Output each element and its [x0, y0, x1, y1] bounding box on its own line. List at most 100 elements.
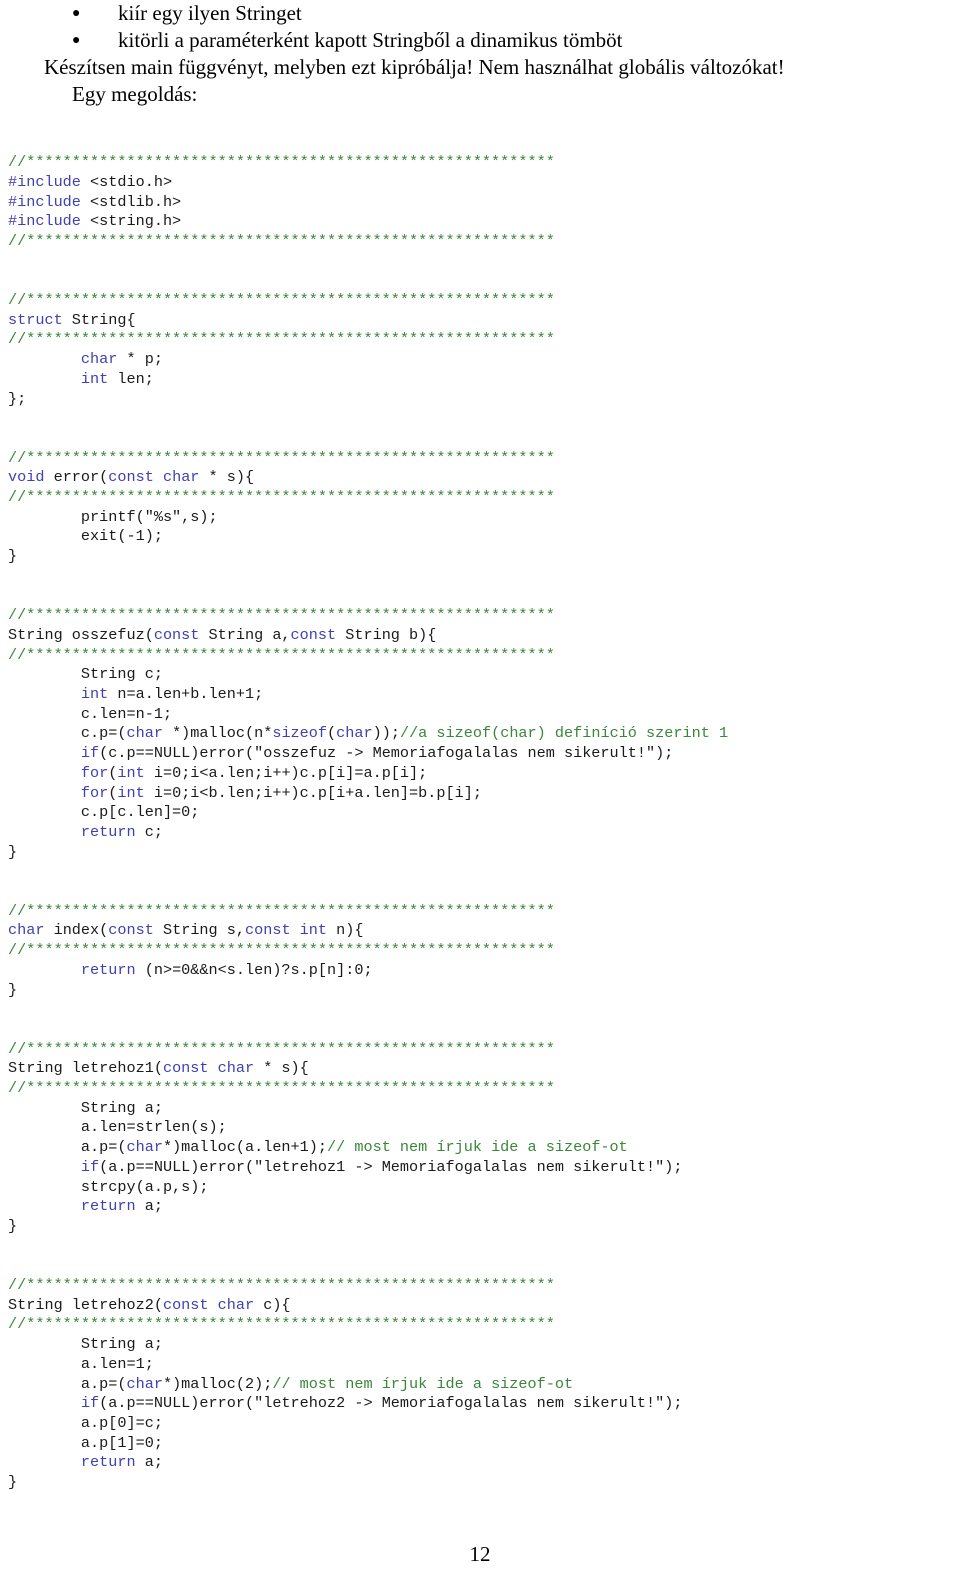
solution-caption: Egy megoldás:: [72, 82, 198, 106]
code-text: strcpy(a.p,s);: [8, 1177, 209, 1196]
code-line: a.len=1;: [0, 1355, 960, 1375]
list-item: ● kitörli a paraméterként kapott Stringb…: [0, 27, 960, 54]
code-text: String s,: [153, 921, 245, 940]
code-line: //**************************************…: [0, 232, 960, 252]
code-line: }: [0, 1217, 960, 1237]
code-text: c.len=n-1;: [8, 704, 173, 723]
code-keyword: char: [8, 921, 45, 940]
code-keyword: char: [126, 1138, 163, 1157]
code-text: len;: [108, 369, 154, 388]
code-text: }: [8, 980, 18, 999]
code-text: i=0;i<a.len;i++)c.p[i]=a.p[i];: [144, 763, 428, 782]
code-line: a.p[1]=0;: [0, 1434, 960, 1454]
code-line: a.p=(char*)malloc(2);// most nem írjuk i…: [0, 1375, 960, 1395]
code-keyword: return: [80, 1197, 136, 1216]
code-keyword: char: [336, 724, 373, 743]
code-line: void error(const char * s){: [0, 468, 960, 488]
code-keyword: const char: [108, 468, 200, 487]
code-text: }: [8, 1217, 18, 1235]
code-comment: //**************************************…: [8, 153, 555, 172]
code-text: String a,: [199, 625, 291, 644]
code-line: #include <stdio.h>: [0, 173, 960, 193]
code-line: //**************************************…: [0, 902, 960, 922]
code-text: (a.p==NULL)error("letrehoz2 -> Memoriafo…: [99, 1394, 683, 1413]
code-text: c.p[c.len]=0;: [8, 803, 200, 822]
code-keyword: for: [80, 763, 109, 782]
source-code-listing: //**************************************…: [0, 153, 960, 1493]
code-line: char index(const String s,const int n){: [0, 921, 960, 941]
code-line: String a;: [0, 1335, 960, 1355]
list-item-text: kitörli a paraméterként kapott Stringből…: [118, 28, 623, 52]
code-text: (n>=0&&n<s.len)?s.p[n]:0;: [135, 960, 373, 979]
code-line: String letrehoz2(const char c){: [0, 1296, 960, 1316]
code-line: a.p[0]=c;: [0, 1414, 960, 1434]
code-comment: //**************************************…: [8, 606, 555, 625]
list-item-text: kiír egy ilyen Stringet: [118, 1, 302, 25]
code-comment: //**************************************…: [8, 1276, 555, 1295]
code-text: a.p[0]=c;: [8, 1414, 163, 1432]
code-line: String osszefuz(const String a,const Str…: [0, 626, 960, 646]
code-comment: //**************************************…: [8, 941, 555, 960]
code-line: c.p=(char *)malloc(n*sizeof(char));//a s…: [0, 724, 960, 744]
code-keyword: const int: [245, 921, 328, 940]
code-line: //**************************************…: [0, 449, 960, 469]
code-line: }: [0, 843, 960, 863]
code-comment: //**************************************…: [8, 488, 555, 507]
code-line: String c;: [0, 665, 960, 685]
code-text: String letrehoz1(: [8, 1059, 163, 1078]
code-comment: // most nem írjuk ide a sizeof-ot: [272, 1374, 574, 1393]
code-text: <string.h>: [80, 212, 182, 231]
code-keyword: return: [80, 823, 136, 841]
code-line: //**************************************…: [0, 488, 960, 508]
code-keyword: #include: [8, 172, 81, 191]
code-keyword: int: [80, 369, 109, 388]
code-text: a.p[1]=0;: [8, 1433, 163, 1452]
code-line: //**************************************…: [0, 330, 960, 350]
code-text: a.len=strlen(s);: [8, 1118, 227, 1137]
code-keyword: void: [8, 468, 45, 487]
code-line: for(int i=0;i<b.len;i++)c.p[i+a.len]=b.p…: [0, 784, 960, 804]
code-line: //**************************************…: [0, 606, 960, 626]
code-text: i=0;i<b.len;i++)c.p[i+a.len]=b.p[i];: [144, 783, 482, 802]
code-line: }: [0, 1473, 960, 1493]
code-keyword: const char: [162, 1059, 255, 1078]
code-line: return c;: [0, 823, 960, 843]
code-line: return a;: [0, 1197, 960, 1217]
requirement-bullet-list: ● kiír egy ilyen Stringet ● kitörli a pa…: [0, 0, 960, 54]
code-line: return (n>=0&&n<s.len)?s.p[n]:0;: [0, 961, 960, 981]
code-comment: //**************************************…: [8, 448, 555, 467]
code-keyword: char: [80, 350, 118, 369]
code-text: c;: [135, 823, 163, 841]
code-comment: //**************************************…: [8, 291, 555, 310]
code-line: #include <stdlib.h>: [0, 193, 960, 213]
code-line: int n=a.len+b.len+1;: [0, 685, 960, 705]
code-line: strcpy(a.p,s);: [0, 1178, 960, 1198]
code-text: <stdlib.h>: [80, 192, 182, 211]
code-comment: //**************************************…: [8, 901, 555, 920]
code-keyword: for: [80, 783, 109, 802]
code-text: ));: [372, 724, 400, 743]
code-line: struct String{: [0, 311, 960, 331]
code-comment: //**************************************…: [8, 232, 555, 250]
code-text: (a.p==NULL)error("letrehoz1 -> Memoriafo…: [99, 1157, 683, 1176]
code-text: a.len=1;: [8, 1354, 154, 1373]
code-text: }: [8, 547, 18, 566]
code-text: <stdio.h>: [80, 172, 173, 191]
code-text: * s){: [254, 1059, 309, 1078]
code-keyword: struct: [8, 310, 63, 329]
code-comment: // most nem írjuk ide a sizeof-ot: [327, 1138, 628, 1157]
